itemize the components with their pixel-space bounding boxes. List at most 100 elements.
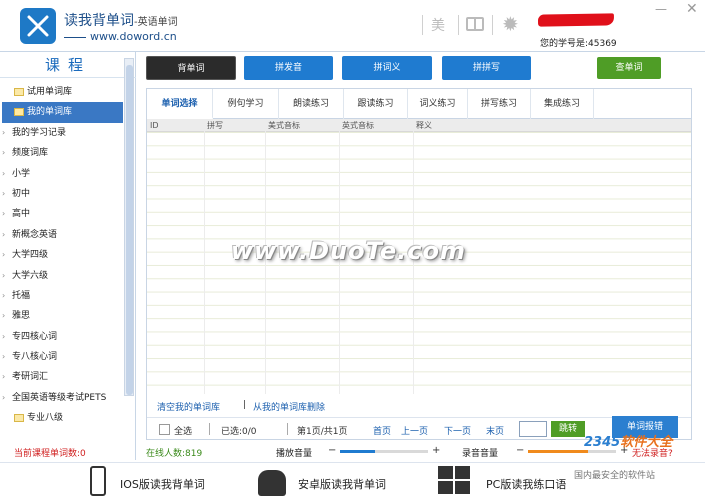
tab-0[interactable]: 单词选择 bbox=[147, 89, 213, 119]
scrollbar-thumb[interactable] bbox=[126, 65, 133, 395]
chevron-right-icon[interactable]: › bbox=[2, 347, 12, 367]
chevron-right-icon[interactable]: › bbox=[2, 245, 12, 265]
user-id-label: 您的学号是:45369 bbox=[540, 39, 617, 49]
sidebar-item[interactable]: › 专四核心词 bbox=[2, 327, 123, 347]
sidebar-item[interactable]: › 考研词汇 bbox=[2, 367, 123, 387]
chevron-right-icon[interactable]: › bbox=[2, 266, 12, 286]
chevron-right-icon[interactable]: › bbox=[2, 388, 12, 408]
chevron-right-icon[interactable]: › bbox=[2, 225, 12, 245]
next-page-link[interactable]: 下一页 bbox=[444, 424, 471, 437]
page-info: 第1页/共1页 bbox=[297, 427, 348, 437]
sidebar-item-label: 专业八级 bbox=[27, 413, 64, 424]
sidebar-item-label: 我的单词库 bbox=[27, 107, 73, 118]
link-separator: | bbox=[243, 400, 247, 410]
course-tree: 试用单词库 我的单词库 › 我的学习记录 › 频度词库 › 小学 › 初中 › 高中 › 新概念英语 › 大学… bbox=[2, 82, 123, 454]
course-sidebar: 课程 试用单词库 我的单词库 › 我的学习记录 › 频度词库 › 小学 › 初中 › 高中 › 新概念英语… bbox=[0, 52, 136, 460]
android-download-link[interactable]: 安卓版读我背单词 bbox=[298, 476, 386, 492]
sidebar-item[interactable]: › 高中 bbox=[2, 204, 123, 224]
spell-pronunciation-button[interactable]: 拼发音 bbox=[244, 56, 333, 80]
prev-page-link[interactable]: 上一页 bbox=[401, 424, 428, 437]
chevron-right-icon[interactable]: › bbox=[2, 367, 12, 387]
gear-icon[interactable]: ✹ bbox=[502, 12, 519, 36]
record-volume-decrease[interactable]: − bbox=[516, 445, 524, 456]
chevron-right-icon[interactable]: › bbox=[2, 204, 12, 224]
site-watermark-logo: 2345软件大全 bbox=[584, 435, 673, 450]
sidebar-item[interactable]: › 我的学习记录 bbox=[2, 123, 123, 143]
sidebar-item[interactable]: › 专八核心词 bbox=[2, 347, 123, 367]
redacted-username bbox=[537, 13, 615, 27]
windows-icon[interactable] bbox=[438, 466, 472, 496]
sidebar-item-label: 全国英语等级考试PETS bbox=[12, 392, 107, 403]
chevron-right-icon[interactable]: › bbox=[2, 327, 12, 347]
table-header: ID 拼写 美式音标 英式音标 释义 bbox=[147, 119, 691, 132]
chevron-right-icon[interactable]: › bbox=[2, 184, 12, 204]
chevron-right-icon[interactable]: › bbox=[2, 143, 12, 163]
sidebar-item[interactable]: › 小学 bbox=[2, 164, 123, 184]
close-button[interactable]: ✕ bbox=[686, 1, 698, 17]
search-word-button[interactable]: 查单词 bbox=[597, 57, 661, 79]
column-header[interactable]: 美式音标 bbox=[268, 119, 300, 132]
minimize-button[interactable]: — bbox=[655, 2, 667, 16]
play-volume-decrease[interactable]: − bbox=[328, 445, 336, 456]
record-volume-fill bbox=[528, 450, 588, 453]
sidebar-item-label: 托福 bbox=[12, 290, 31, 301]
android-icon[interactable] bbox=[258, 470, 286, 496]
sidebar-item-label: 专八核心词 bbox=[12, 352, 58, 363]
sidebar-item-label: 小学 bbox=[12, 168, 31, 179]
course-word-count: 当前课程单词数:0 bbox=[14, 449, 86, 459]
tab-5[interactable]: 拼写练习 bbox=[468, 89, 531, 119]
sidebar-item[interactable]: › 频度词库 bbox=[2, 143, 123, 163]
clear-wordbook-link[interactable]: 清空我的单词库 bbox=[157, 400, 220, 413]
chevron-right-icon[interactable]: › bbox=[2, 286, 12, 306]
page-number-input[interactable] bbox=[519, 421, 547, 437]
sidebar-item[interactable]: 试用单词库 bbox=[2, 82, 123, 102]
sidebar-item[interactable]: › 大学六级 bbox=[2, 266, 123, 286]
book-icon[interactable] bbox=[466, 17, 484, 31]
tab-6[interactable]: 集成练习 bbox=[531, 89, 594, 119]
header-divider bbox=[458, 15, 459, 35]
select-all-checkbox[interactable] bbox=[159, 424, 170, 435]
app-window: 读我背单词-英语单词 www.doword.cn 美 ✹ 您的学号是:45369… bbox=[0, 0, 705, 500]
spell-meaning-button[interactable]: 拼词义 bbox=[342, 56, 432, 80]
sidebar-title: 课程 bbox=[0, 52, 136, 78]
tab-2[interactable]: 朗读练习 bbox=[279, 89, 344, 119]
sidebar-item[interactable]: › 雅思 bbox=[2, 306, 123, 326]
last-page-link[interactable]: 末页 bbox=[486, 424, 504, 437]
chevron-right-icon[interactable]: › bbox=[2, 164, 12, 184]
sidebar-item[interactable]: 我的单词库 bbox=[2, 102, 123, 123]
delete-from-wordbook-link[interactable]: 从我的单词库删除 bbox=[253, 400, 325, 413]
sidebar-item-label: 雅思 bbox=[12, 311, 31, 322]
column-header[interactable]: 释义 bbox=[416, 119, 432, 132]
pc-download-link[interactable]: PC版读我练口语 bbox=[486, 476, 566, 492]
ios-download-link[interactable]: IOS版读我背单词 bbox=[120, 476, 205, 492]
memorize-words-button[interactable]: 背单词 bbox=[146, 56, 236, 80]
selected-count: 已选:0/0 bbox=[221, 427, 257, 437]
american-accent-button[interactable]: 美 bbox=[431, 15, 445, 35]
jump-button[interactable]: 跳转 bbox=[551, 421, 585, 437]
sidebar-scrollbar[interactable] bbox=[124, 58, 134, 396]
tab-3[interactable]: 跟读练习 bbox=[344, 89, 408, 119]
chevron-right-icon[interactable]: › bbox=[2, 306, 12, 326]
select-all-label[interactable]: 全选 bbox=[174, 424, 192, 437]
sidebar-item[interactable]: › 新概念英语 bbox=[2, 225, 123, 245]
record-volume-label: 录音音量 bbox=[462, 449, 499, 459]
column-header[interactable]: 英式音标 bbox=[342, 119, 374, 132]
main-panel: 单词选择 例句学习 朗读练习 跟读练习 词义练习 拼写练习 集成练习 ID 拼写 美式音标 英式音… bbox=[146, 88, 692, 440]
column-header[interactable]: 拼写 bbox=[207, 119, 223, 132]
sidebar-item[interactable]: › 托福 bbox=[2, 286, 123, 306]
tab-4[interactable]: 词义练习 bbox=[408, 89, 468, 119]
tab-1[interactable]: 例句学习 bbox=[213, 89, 279, 119]
chevron-right-icon[interactable]: › bbox=[2, 123, 12, 143]
folder-icon bbox=[14, 107, 24, 116]
sidebar-item[interactable]: › 全国英语等级考试PETS bbox=[2, 388, 123, 408]
column-header[interactable]: ID bbox=[150, 119, 159, 132]
tab-bar: 单词选择 例句学习 朗读练习 跟读练习 词义练习 拼写练习 集成练习 bbox=[147, 89, 691, 119]
play-volume-increase[interactable]: + bbox=[432, 445, 440, 456]
sidebar-item[interactable]: › 大学四级 bbox=[2, 245, 123, 265]
first-page-link[interactable]: 首页 bbox=[373, 424, 391, 437]
sidebar-item[interactable]: 专业八级 bbox=[2, 408, 123, 428]
sidebar-item-label: 考研词汇 bbox=[12, 372, 49, 383]
sidebar-item[interactable]: › 初中 bbox=[2, 184, 123, 204]
iphone-icon[interactable] bbox=[90, 466, 106, 496]
spell-spelling-button[interactable]: 拼拼写 bbox=[442, 56, 531, 80]
